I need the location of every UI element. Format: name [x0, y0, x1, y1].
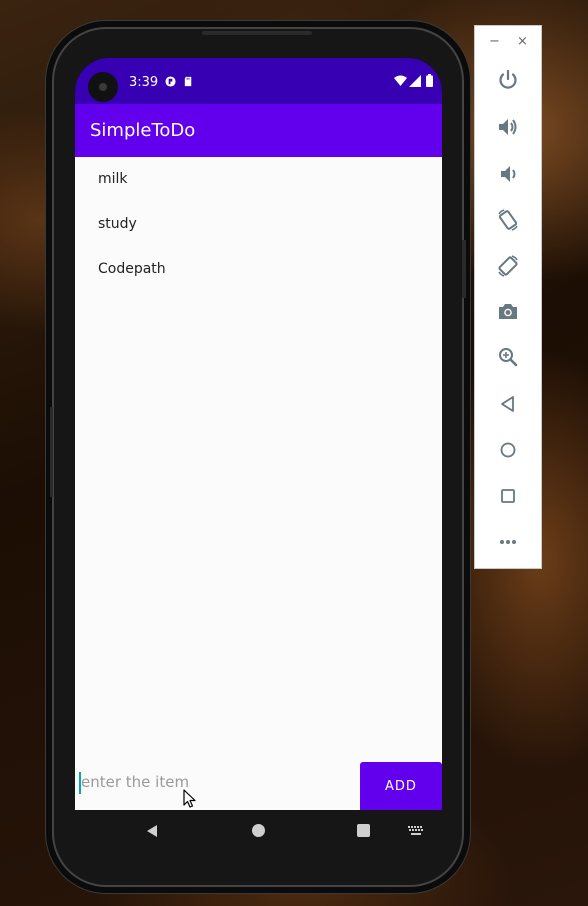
volume-up-icon[interactable]	[496, 115, 520, 139]
wifi-icon	[394, 75, 407, 86]
list-item[interactable]: study	[75, 202, 442, 247]
text-caret	[79, 772, 81, 794]
item-input[interactable]	[79, 762, 351, 802]
status-time: 3:39	[129, 75, 159, 90]
add-button[interactable]: ADD	[360, 762, 442, 810]
more-icon[interactable]	[496, 530, 520, 554]
item-input-container	[79, 762, 359, 810]
close-icon[interactable]: ×	[517, 34, 528, 49]
status-bar: 3:39	[75, 58, 442, 104]
minimize-icon[interactable]: −	[489, 34, 500, 49]
app-bar: SimpleToDo	[75, 104, 442, 157]
sd-card-icon	[184, 76, 192, 87]
navigation-bar	[75, 810, 442, 854]
rotate-right-icon[interactable]	[496, 254, 520, 278]
mouse-pointer-icon	[183, 789, 196, 808]
speaker-grille	[202, 31, 312, 35]
nav-back-icon[interactable]	[145, 824, 159, 838]
battery-icon	[426, 74, 433, 87]
app-notification-icon	[165, 76, 176, 87]
main-content: milk study Codepath ADD	[75, 157, 442, 810]
camera-icon[interactable]	[496, 300, 520, 324]
keyboard-icon[interactable]	[408, 826, 424, 836]
list-item[interactable]: milk	[75, 157, 442, 202]
nav-home-icon[interactable]	[252, 824, 265, 837]
volume-down-icon[interactable]	[496, 162, 520, 186]
volume-rocker	[462, 240, 466, 298]
emulator-toolbar: − ×	[474, 25, 542, 569]
app-title: SimpleToDo	[90, 120, 196, 141]
todo-list: milk study Codepath	[75, 157, 442, 292]
home-icon[interactable]	[496, 438, 520, 462]
zoom-icon[interactable]	[496, 345, 520, 369]
overview-icon[interactable]	[496, 484, 520, 508]
rotate-left-icon[interactable]	[496, 208, 520, 232]
side-button	[50, 407, 53, 497]
front-camera	[88, 72, 118, 102]
nav-recents-icon[interactable]	[357, 824, 370, 837]
list-item[interactable]: Codepath	[75, 247, 442, 292]
power-icon[interactable]	[496, 68, 520, 92]
back-icon[interactable]	[496, 392, 520, 416]
phone-screen: 3:39 SimpleToDo milk study Codepath ente…	[75, 58, 442, 810]
signal-icon	[409, 75, 421, 87]
